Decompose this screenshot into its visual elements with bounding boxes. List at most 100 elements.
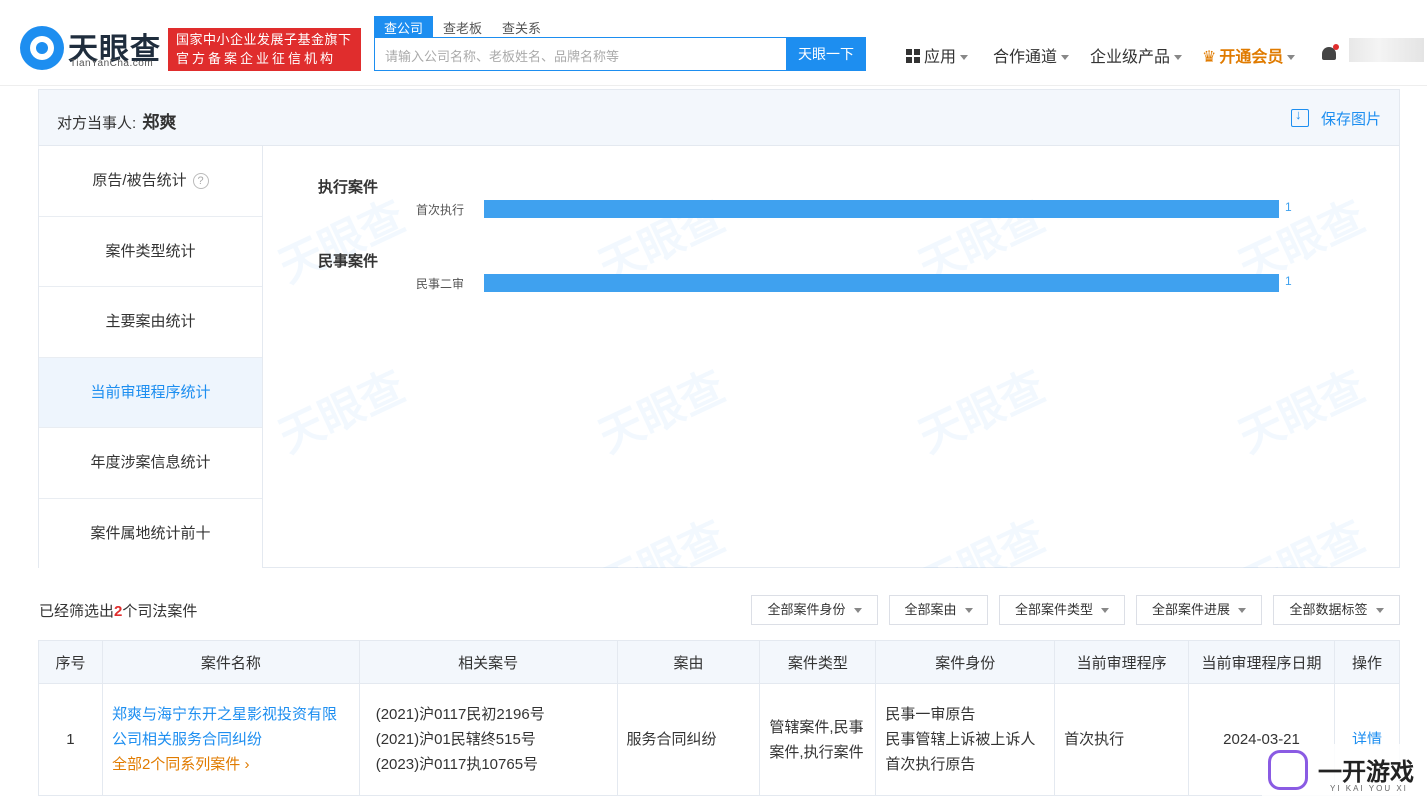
chart-group-title: 执行案件 (318, 179, 379, 196)
cell-case-type: 管辖案件,民事案件,执行案件 (759, 683, 877, 796)
col-procedure: 当前审理程序 (1054, 640, 1190, 684)
col-action: 操作 (1333, 640, 1401, 684)
nav-cooperation-label: 合作通道 (993, 49, 1058, 66)
cell-procedure: 首次执行 (1054, 683, 1190, 796)
case-number: (2021)沪0117民初2196号 (375, 706, 545, 723)
chevron-down-icon (1174, 55, 1183, 61)
stats-nav-current-procedure[interactable]: 当前审理程序统计 (39, 357, 262, 428)
chevron-down-icon (1375, 608, 1384, 614)
grid-icon (906, 49, 920, 63)
tab-search-relation[interactable]: 查关系 (492, 16, 551, 38)
download-icon (1290, 107, 1309, 127)
top-header: 天眼查 TianYanCha.com 国家中小企业发展子基金旗下 官方备案企业征… (0, 0, 1427, 86)
identity-item: 民事管辖上诉被上诉人 (885, 731, 1036, 748)
chevron-down-icon (960, 55, 969, 61)
gamepad-logo-icon (1268, 750, 1308, 790)
opposing-party-label: 对方当事人: (57, 115, 137, 132)
badge-line-1: 国家中小企业发展子基金旗下 (176, 32, 352, 47)
badge-line-2: 官方备案企业征信机构 (176, 51, 337, 66)
cases-table: 序号 案件名称 相关案号 案由 案件类型 案件身份 当前审理程序 当前审理程序日… (38, 640, 1401, 796)
series-cases-link[interactable]: 全部2个同系列案件 › (112, 752, 350, 777)
case-number: (2023)沪0117执10765号 (375, 756, 539, 773)
stats-nav-case-type[interactable]: 案件类型统计 (39, 216, 262, 287)
search-input[interactable]: 请输入公司名称、老板姓名、品牌名称等 (374, 37, 787, 71)
case-number: (2021)沪01民辖终515号 (375, 731, 536, 748)
chevron-down-icon (853, 608, 862, 614)
search-tabs: 查公司 查老板 查关系 (374, 16, 551, 38)
tab-search-company[interactable]: 查公司 (374, 16, 434, 38)
nav-vip-label: 开通会员 (1219, 49, 1284, 66)
save-image-label: 保存图片 (1320, 111, 1381, 128)
filter-case-type[interactable]: 全部案件类型 (999, 595, 1125, 625)
col-identity: 案件身份 (875, 640, 1056, 684)
identity-item: 民事一审原告 (885, 706, 976, 723)
tab-search-boss[interactable]: 查老板 (433, 16, 492, 38)
stats-nav-label: 案件类型统计 (105, 242, 196, 260)
filter-case-identity[interactable]: 全部案件身份 (751, 595, 878, 625)
procedure-bar-chart: 天眼查 天眼查 天眼查 天眼查 天眼查 天眼查 天眼查 天眼查 天眼查 天眼查 … (264, 146, 1400, 568)
filter-summary-suffix: 个司法案件 (122, 603, 198, 620)
cell-case-numbers: (2021)沪0117民初2196号 (2021)沪01民辖终515号 (202… (358, 683, 618, 796)
table-header-row: 序号 案件名称 相关案号 案由 案件类型 案件身份 当前审理程序 当前审理程序日… (38, 640, 1401, 684)
stats-nav-plaintiff-defendant[interactable]: 原告/被告统计? (39, 146, 262, 217)
stats-nav-label: 案件属地统计前十 (90, 524, 211, 542)
stats-nav-region-top10[interactable]: 案件属地统计前十 (39, 498, 262, 569)
watermark-brand-text: 一开游戏 (1318, 759, 1414, 786)
search-button[interactable]: 天眼一下 (786, 37, 866, 71)
chart-value-label: 1 (1285, 274, 1292, 288)
panel-header: 对方当事人: 郑爽 保存图片 (39, 90, 1399, 146)
nav-enterprise[interactable]: 企业级产品 (1090, 43, 1183, 67)
col-case-name: 案件名称 (101, 640, 360, 684)
opposing-party-title: 对方当事人: 郑爽 (57, 108, 176, 133)
user-avatar[interactable] (1349, 38, 1424, 62)
watermark-text: 天眼查 (271, 361, 413, 463)
col-index: 序号 (38, 640, 103, 684)
cell-index: 1 (38, 683, 103, 796)
official-badge: 国家中小企业发展子基金旗下 官方备案企业征信机构 (168, 28, 361, 71)
cell-case-name: 郑爽与海宁东开之星影视投资有限公司相关服务合同纠纷 全部2个同系列案件 › (101, 683, 360, 796)
watermark-brand-sub: YI KAI YOU XI (1330, 784, 1408, 793)
col-procedure-date: 当前审理程序日期 (1188, 640, 1335, 684)
chevron-down-icon (1061, 55, 1070, 61)
col-case-numbers: 相关案号 (358, 640, 618, 684)
filter-data-tag[interactable]: 全部数据标签 (1273, 595, 1400, 625)
watermark-text: 天眼查 (591, 511, 733, 568)
nav-apps-label: 应用 (924, 49, 957, 66)
nav-apps[interactable]: 应用 (906, 43, 969, 67)
nav-vip[interactable]: ♛ 开通会员 (1202, 43, 1296, 67)
chart-category-label: 首次执行 (415, 203, 464, 217)
tianyancha-logo[interactable]: 天眼查 TianYanCha.com (20, 24, 165, 74)
chart-bar[interactable] (484, 200, 1279, 218)
save-image-button[interactable]: 保存图片 (1290, 107, 1381, 129)
stats-nav-label: 原告/被告统计 (92, 172, 187, 189)
filter-label: 全部案由 (904, 602, 957, 617)
chevron-down-icon (1287, 55, 1296, 61)
help-icon[interactable]: ? (192, 173, 209, 189)
chart-bar[interactable] (484, 274, 1279, 292)
col-cause: 案由 (616, 640, 761, 684)
stats-nav-yearly[interactable]: 年度涉案信息统计 (39, 428, 262, 499)
filter-summary-prefix: 已经筛选出 (39, 603, 115, 620)
chart-category-label: 民事二审 (415, 277, 464, 291)
filter-case-progress[interactable]: 全部案件进展 (1136, 595, 1262, 625)
col-case-type: 案件类型 (759, 640, 877, 684)
nav-cooperation[interactable]: 合作通道 (993, 43, 1070, 67)
watermark-text: 天眼查 (591, 361, 733, 463)
chevron-down-icon (1238, 608, 1246, 614)
watermark-text: 天眼查 (911, 511, 1053, 568)
stats-nav-label: 主要案由统计 (105, 313, 196, 330)
notification-bell-icon[interactable] (1320, 44, 1339, 64)
stats-nav-main-cause[interactable]: 主要案由统计 (39, 287, 262, 358)
stats-nav-label: 当前审理程序统计 (90, 383, 211, 401)
nav-enterprise-label: 企业级产品 (1090, 49, 1171, 66)
logo-subtext: TianYanCha.com (70, 58, 154, 69)
case-name-link[interactable]: 郑爽与海宁东开之星影视投资有限公司相关服务合同纠纷 (112, 702, 350, 752)
filter-summary: 已经筛选出2个司法案件 (39, 600, 197, 621)
notification-dot (1333, 44, 1339, 50)
crown-icon: ♛ (1202, 49, 1217, 66)
logo-eye-icon (20, 26, 64, 70)
filter-cause[interactable]: 全部案由 (889, 595, 988, 625)
watermark-text: 天眼查 (911, 361, 1053, 463)
chart-group-title: 民事案件 (318, 253, 379, 270)
filter-label: 全部数据标签 (1289, 602, 1368, 617)
